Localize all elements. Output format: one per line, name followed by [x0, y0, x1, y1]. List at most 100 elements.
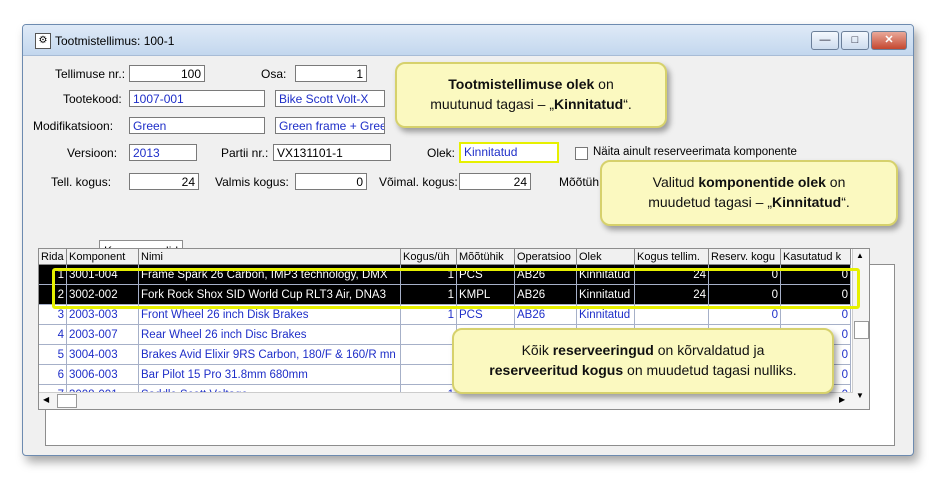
cell-nimi[interactable]: Frame Spark 26 Carbon, IMP3 technology, … — [139, 265, 401, 285]
callout1-text3: “. — [623, 96, 632, 112]
cell-kogus[interactable] — [401, 365, 457, 385]
cell-komponent[interactable]: 3001-004 — [67, 265, 139, 285]
cell-op[interactable]: AB26 — [515, 305, 577, 325]
product-code-field[interactable]: 1007-001 — [129, 90, 265, 107]
version-field[interactable]: 2013 — [129, 144, 197, 161]
possible-qty-field[interactable]: 24 — [459, 173, 531, 190]
column-header[interactable]: Komponent — [67, 249, 139, 265]
scroll-up-icon[interactable]: ▲ — [856, 251, 864, 260]
callout1-bold1: Tootmistellimuse olek — [448, 76, 595, 92]
column-header[interactable]: Kasutatud k — [781, 249, 851, 265]
cell-tellim[interactable]: 24 — [635, 285, 709, 305]
callout2-bold2: Kinnitatud — [771, 194, 842, 210]
show-unreserved-label: Näita ainult reserveerimata komponente — [593, 146, 797, 158]
cell-nimi[interactable]: Fork Rock Shox SID World Cup RLT3 Air, D… — [139, 285, 401, 305]
cell-yhik[interactable]: KMPL — [457, 285, 515, 305]
order-no-field[interactable]: 100 — [129, 65, 205, 82]
minimize-button[interactable]: — — [811, 31, 839, 50]
cell-olek[interactable]: Kinnitatud — [577, 265, 635, 285]
cell-kogus[interactable]: 1 — [401, 285, 457, 305]
column-header[interactable]: Nimi — [139, 249, 401, 265]
cell-yhik[interactable]: PCS — [457, 265, 515, 285]
callout2-text4: “. — [841, 194, 850, 210]
status-label: Olek: — [427, 146, 456, 160]
column-header[interactable]: Kogus/üh — [401, 249, 457, 265]
cell-reserv[interactable]: 0 — [709, 265, 781, 285]
vertical-scrollbar[interactable]: ▲ ▼ — [852, 249, 869, 409]
scroll-down-icon[interactable]: ▼ — [856, 391, 864, 400]
cell-olek[interactable]: Kinnitatud — [577, 285, 635, 305]
cell-rida[interactable]: 1 — [39, 265, 67, 285]
version-label: Versioon: — [67, 146, 118, 160]
callout3-text2: on kõrvaldatud ja — [653, 342, 765, 358]
vertical-scroll-thumb[interactable] — [854, 321, 869, 339]
order-no-label: Tellimuse nr.: — [55, 67, 126, 81]
cell-kogus[interactable]: 1 — [401, 265, 457, 285]
cell-tellim[interactable]: 24 — [635, 265, 709, 285]
title-bar[interactable]: ⚙ Tootmistellimus: 100-1 — □ ✕ — [23, 25, 913, 56]
cell-komponent[interactable]: 3006-003 — [67, 365, 139, 385]
cell-kogus[interactable] — [401, 345, 457, 365]
cell-komponent[interactable]: 2003-007 — [67, 325, 139, 345]
cell-nimi[interactable]: Rear Wheel 26 inch Disc Brakes — [139, 325, 401, 345]
column-header[interactable]: Kogus tellim. — [635, 249, 709, 265]
callout-order-status: Tootmistellimuse olek on muutunud tagasi… — [395, 62, 667, 128]
part-label: Osa: — [261, 67, 287, 81]
product-code-label: Tootekood: — [63, 92, 122, 106]
column-header[interactable]: Rida — [39, 249, 67, 265]
modification-field[interactable]: Green — [129, 117, 265, 134]
cell-op[interactable]: AB26 — [515, 285, 577, 305]
cell-rida[interactable]: 5 — [39, 345, 67, 365]
cell-tellim[interactable] — [635, 305, 709, 325]
cell-nimi[interactable]: Front Wheel 26 inch Disk Brakes — [139, 305, 401, 325]
cell-yhik[interactable]: PCS — [457, 305, 515, 325]
cell-kasut[interactable]: 0 — [781, 265, 851, 285]
callout2-bold1: komponentide olek — [698, 174, 826, 190]
possible-qty-label: Võimal. kogus: — [379, 175, 458, 189]
horizontal-scroll-thumb[interactable] — [57, 394, 77, 408]
maximize-button[interactable]: □ — [841, 31, 869, 50]
cell-kasut[interactable]: 0 — [781, 305, 851, 325]
part-field[interactable]: 1 — [295, 65, 367, 82]
callout2-text1: Valitud — [652, 174, 699, 190]
close-button[interactable]: ✕ — [871, 31, 907, 50]
cell-kogus[interactable] — [401, 325, 457, 345]
modification-desc-field[interactable]: Green frame + Green fork — [275, 117, 385, 134]
scroll-left-icon[interactable]: ◀ — [43, 395, 49, 404]
status-field[interactable]: Kinnitatud — [459, 142, 559, 163]
show-unreserved-checkbox[interactable] — [575, 147, 588, 160]
callout1-bold2: Kinnitatud — [553, 96, 624, 112]
cell-op[interactable]: AB26 — [515, 265, 577, 285]
column-header[interactable]: Mõõtühik — [457, 249, 515, 265]
lot-label: Partii nr.: — [221, 146, 269, 160]
callout2-text3: muudetud tagasi – „ — [648, 194, 772, 210]
callout3-bold1: reserveeringud — [552, 342, 654, 358]
cell-rida[interactable]: 4 — [39, 325, 67, 345]
done-qty-field[interactable]: 0 — [295, 173, 367, 190]
scroll-right-icon[interactable]: ▶ — [839, 395, 845, 404]
horizontal-scrollbar[interactable]: ◀ ▶ — [39, 392, 853, 409]
cell-olek[interactable]: Kinnitatud — [577, 305, 635, 325]
order-qty-field[interactable]: 24 — [129, 173, 199, 190]
cell-rida[interactable]: 2 — [39, 285, 67, 305]
cell-rida[interactable]: 6 — [39, 365, 67, 385]
cell-rida[interactable]: 3 — [39, 305, 67, 325]
done-qty-label: Valmis kogus: — [215, 175, 289, 189]
cell-kasut[interactable]: 0 — [781, 285, 851, 305]
column-header[interactable]: Operatsioo — [515, 249, 577, 265]
cell-nimi[interactable]: Brakes Avid Elixir 9RS Carbon, 180/F & 1… — [139, 345, 401, 365]
unit-label: Mõõtüh — [559, 175, 600, 189]
column-header[interactable]: Reserv. kogu — [709, 249, 781, 265]
cell-kogus[interactable]: 1 — [401, 305, 457, 325]
window-title: Tootmistellimus: 100-1 — [55, 34, 175, 48]
cell-komponent[interactable]: 2003-003 — [67, 305, 139, 325]
cell-komponent[interactable]: 3004-003 — [67, 345, 139, 365]
cell-reserv[interactable]: 0 — [709, 285, 781, 305]
cell-nimi[interactable]: Bar Pilot 15 Pro 31.8mm 680mm — [139, 365, 401, 385]
lot-field[interactable]: VX131101-1 — [273, 144, 391, 161]
callout1-text2: muutunud tagasi – „ — [430, 96, 554, 112]
product-name-field[interactable]: Bike Scott Volt-X — [275, 90, 385, 107]
column-header[interactable]: Olek — [577, 249, 635, 265]
cell-komponent[interactable]: 3002-002 — [67, 285, 139, 305]
cell-reserv[interactable]: 0 — [709, 305, 781, 325]
